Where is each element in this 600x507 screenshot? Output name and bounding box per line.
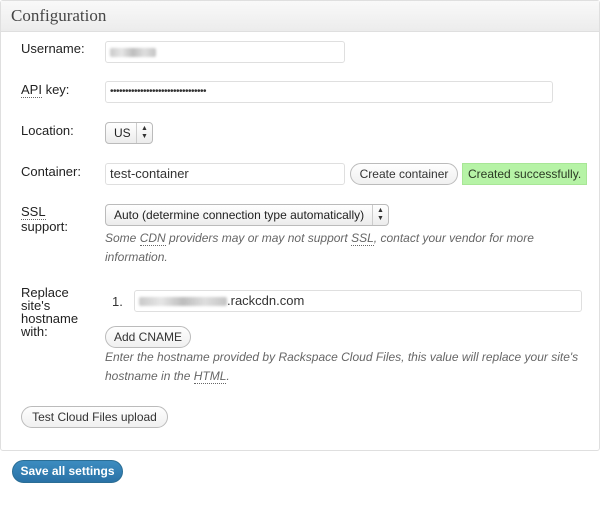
html-abbr: HTML (193, 369, 227, 384)
location-selected: US (114, 126, 131, 140)
location-label: Location: (21, 123, 74, 138)
cname-label-line: with: (21, 324, 48, 339)
ssl-label-rest: support: (21, 219, 68, 234)
api-key-label: API key: (21, 82, 70, 98)
redacted-cname (139, 297, 227, 307)
cname-domain-suffix: .rackcdn.com (227, 293, 305, 308)
api-abbr: API (21, 82, 42, 98)
select-arrows-icon: ▲ ▼ (372, 205, 388, 225)
panel-header: Configuration (1, 1, 599, 32)
ssl-abbr-desc: SSL (351, 231, 374, 246)
ssl-support-label: SSL support: (21, 204, 68, 234)
status-message: Created successfully. (462, 163, 587, 185)
location-select[interactable]: US ▲ ▼ (105, 122, 153, 144)
api-key-field[interactable]: •••••••••••••••••••••••••••••••• (105, 81, 553, 103)
ssl-select[interactable]: Auto (determine connection type automati… (105, 204, 389, 226)
cname-desc-text: . (226, 369, 230, 383)
username-label: Username: (21, 41, 85, 56)
create-container-button[interactable]: Create container (350, 163, 458, 185)
cname-description: Enter the hostname provided by Rackspace… (105, 348, 591, 386)
test-upload-button[interactable]: Test Cloud Files upload (21, 406, 168, 428)
add-cname-button[interactable]: Add CNAME (105, 326, 191, 348)
ssl-selected: Auto (determine connection type automati… (114, 208, 365, 222)
configuration-panel: Configuration Username: API key: •••••••… (0, 0, 600, 451)
cname-desc-text: Enter the hostname provided by Rackspace… (105, 350, 579, 383)
select-arrows-icon: ▲ ▼ (136, 123, 152, 143)
ssl-abbr: SSL (21, 204, 46, 220)
redacted-username (110, 48, 156, 58)
cname-item-number: 1. (112, 294, 123, 309)
panel-title: Configuration (11, 6, 107, 25)
cname-label: Replace site's hostname with: (21, 286, 78, 338)
ssl-desc-text: providers may or may not support (165, 231, 352, 245)
cdn-abbr: CDN (139, 231, 166, 246)
cname-field[interactable]: .rackcdn.com (134, 290, 582, 312)
container-field[interactable]: test-container (105, 163, 345, 185)
container-label: Container: (21, 164, 81, 179)
ssl-desc-text: Some (105, 231, 140, 245)
ssl-description: Some CDN providers may or may not suppor… (105, 229, 545, 267)
save-all-settings-button[interactable]: Save all settings (12, 460, 123, 483)
api-key-label-rest: key: (41, 82, 70, 97)
username-field[interactable] (105, 41, 345, 63)
